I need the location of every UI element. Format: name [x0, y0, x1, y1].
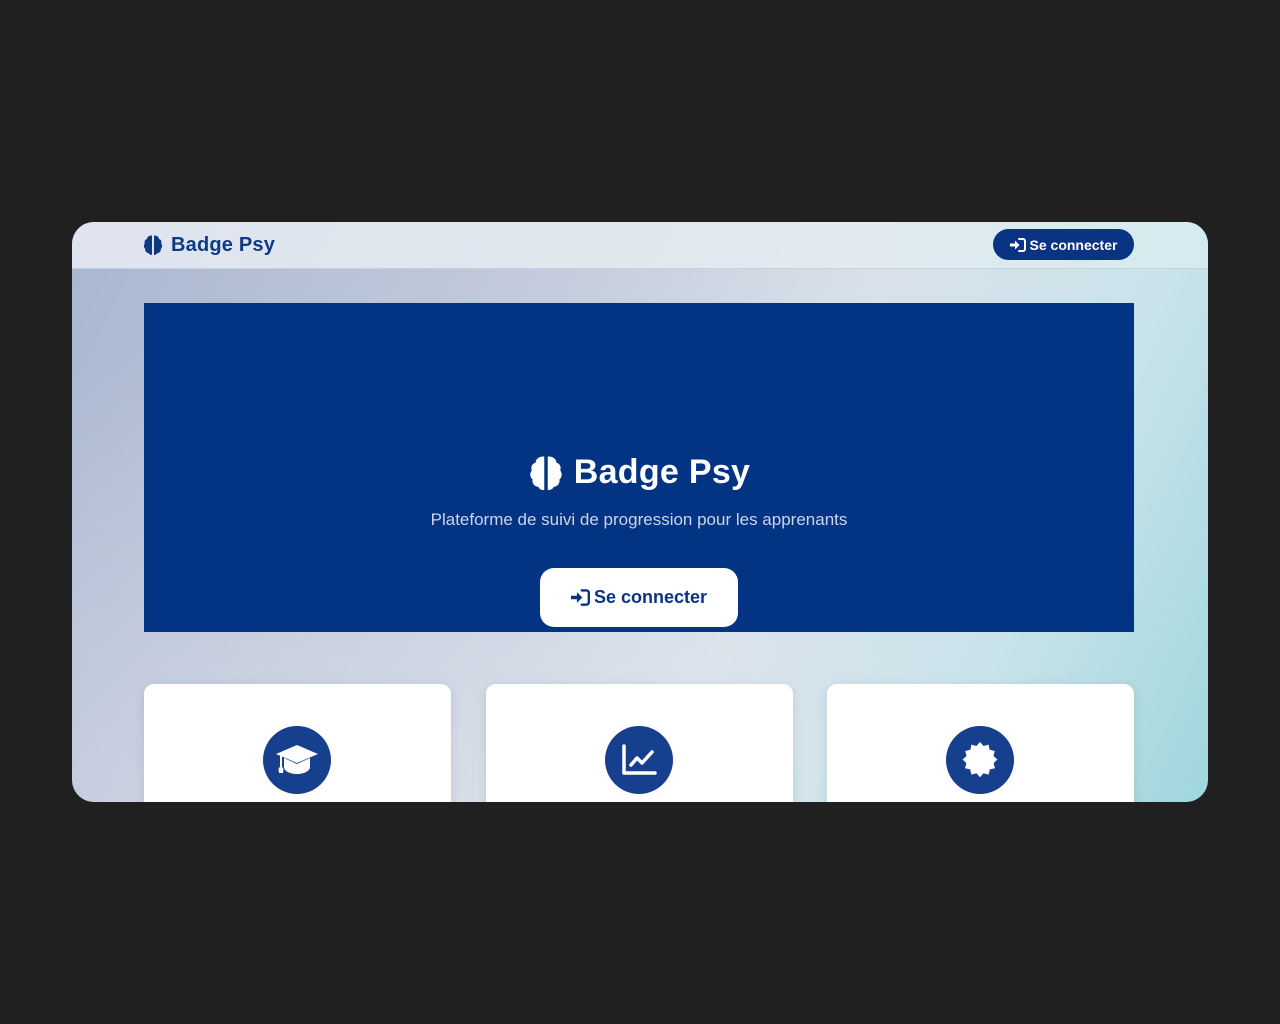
- sign-in-icon: [570, 589, 590, 606]
- hero-subtitle: Plateforme de suivi de progression pour …: [430, 510, 848, 529]
- hero-title-text: Badge Psy: [573, 453, 751, 491]
- hero-login-button[interactable]: Se connecter: [540, 568, 738, 627]
- feature-card-progress: [486, 684, 793, 802]
- brain-icon: [528, 454, 564, 492]
- feature-icon-circle: [605, 726, 673, 794]
- hero-title: Badge Psy: [144, 453, 1134, 492]
- browser-viewport: Badge Psy Se connecter Badge Psy Platefo…: [72, 222, 1208, 802]
- navbar: Badge Psy Se connecter: [72, 222, 1208, 269]
- sign-in-icon: [1009, 237, 1026, 252]
- navbar-login-label: Se connecter: [1029, 236, 1118, 253]
- feature-icon-circle: [946, 726, 1014, 794]
- hero-login-label: Se connecter: [593, 587, 708, 607]
- chart-line-icon: [621, 744, 657, 776]
- brain-icon: [143, 234, 163, 256]
- feature-icon-circle: [263, 726, 331, 794]
- feature-card-badges: [827, 684, 1134, 802]
- hero-banner: Badge Psy Plateforme de suivi de progres…: [144, 303, 1134, 632]
- graduation-cap-icon: [275, 743, 319, 777]
- brand-name: Badge Psy: [171, 233, 276, 256]
- navbar-login-button[interactable]: Se connecter: [993, 229, 1134, 260]
- certificate-icon: [961, 741, 999, 779]
- feature-card-learning: [144, 684, 451, 802]
- brand-link[interactable]: Badge Psy: [143, 233, 275, 257]
